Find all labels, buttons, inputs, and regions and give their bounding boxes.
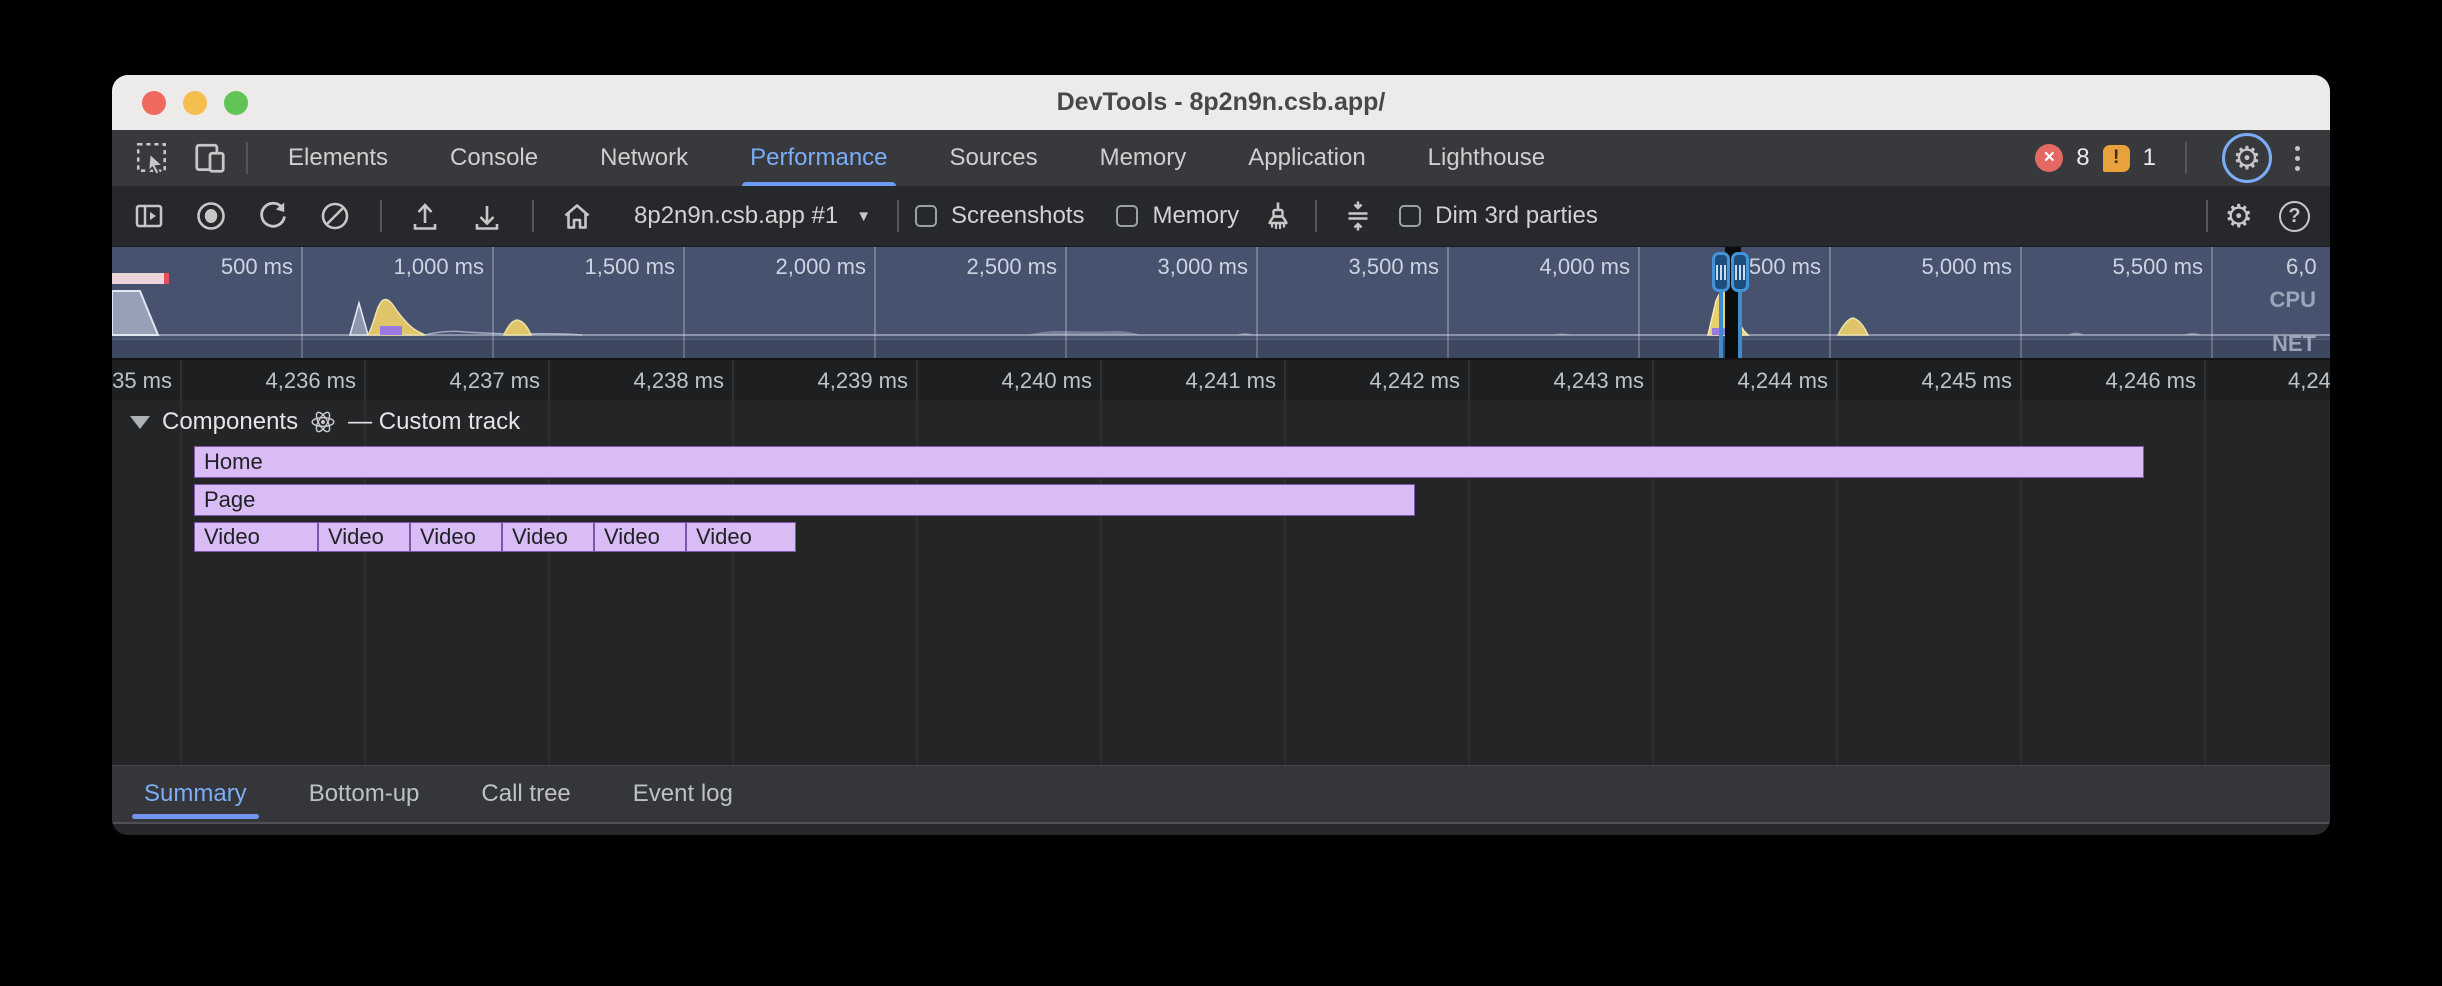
screenshots-label[interactable]: Screenshots <box>951 202 1084 230</box>
track-bar[interactable]: Video <box>594 522 686 552</box>
track-bar[interactable]: Video <box>686 522 796 552</box>
toolbar-separator <box>2206 200 2208 232</box>
desktop-background: DevTools - 8p2n9n.csb.app/ Elements Conso… <box>0 0 2442 986</box>
titlebar: DevTools - 8p2n9n.csb.app/ <box>112 75 2330 130</box>
more-options-icon[interactable] <box>2285 146 2310 171</box>
ruler-tick-label: 4,246 ms <box>1942 368 2196 394</box>
settings-focus-ring[interactable]: ⚙ <box>2222 133 2272 183</box>
chart-gridline <box>2204 400 2206 765</box>
toggle-sidebar-icon[interactable] <box>132 199 166 233</box>
chart-gridline <box>180 400 182 765</box>
ruler-gridline <box>2204 360 2206 400</box>
reload-record-button[interactable] <box>256 199 290 233</box>
flame-chart-area[interactable]: Components — Custom track HomePageVideoV… <box>112 400 2330 765</box>
track-bar[interactable]: Video <box>410 522 502 552</box>
react-atom-icon <box>310 409 336 435</box>
toolbar-separator <box>897 200 899 232</box>
toolbar-separator <box>2185 142 2187 174</box>
tab-memory[interactable]: Memory <box>1092 130 1195 186</box>
tabbar-right-cluster: × 8 ! 1 ⚙ <box>2035 133 2310 183</box>
tab-performance[interactable]: Performance <box>742 130 895 186</box>
network-lane <box>112 339 2330 358</box>
error-badge-icon[interactable]: × <box>2035 144 2063 172</box>
selection-left-line <box>1719 287 1723 358</box>
network-request-bar-end <box>164 273 169 284</box>
home-icon[interactable] <box>560 199 594 233</box>
detail-time-ruler[interactable]: 35 ms4,236 ms4,237 ms4,238 ms4,239 ms4,2… <box>112 358 2330 400</box>
dim-3rd-parties-checkbox[interactable] <box>1399 205 1421 227</box>
settings-gear-icon[interactable]: ⚙ <box>2233 142 2262 174</box>
collapse-triangle-icon[interactable] <box>130 416 150 429</box>
custom-track-header[interactable]: Components — Custom track <box>130 408 520 436</box>
selection-right-handle[interactable] <box>1731 252 1749 292</box>
tab-network[interactable]: Network <box>592 130 696 186</box>
compress-tracks-icon[interactable] <box>1341 199 1375 233</box>
target-selector[interactable]: 8p2n9n.csb.app #1 ▼ <box>622 202 871 230</box>
tab-elements[interactable]: Elements <box>280 130 396 186</box>
panel-tabs: Elements Console Network Performance Sources… <box>280 130 1599 186</box>
toolbar-right-cluster: ⚙ ? <box>2190 200 2310 232</box>
bottom-tabbar: Summary Bottom-up Call tree Event log <box>112 765 2330 822</box>
track-bar[interactable]: Video <box>318 522 410 552</box>
toolbar-separator <box>1315 200 1317 232</box>
tab-lighthouse[interactable]: Lighthouse <box>1420 130 1553 186</box>
record-button[interactable] <box>194 199 228 233</box>
device-toolbar-icon[interactable] <box>190 138 230 178</box>
window-bottom-edge <box>112 822 2330 835</box>
timeline-overview[interactable]: 500 ms1,000 ms1,500 ms2,000 ms2,500 ms3,… <box>112 246 2330 358</box>
performance-toolbar: 8p2n9n.csb.app #1 ▼ Screenshots Memory <box>112 186 2330 246</box>
error-count[interactable]: 8 <box>2076 144 2089 172</box>
minimize-window-button[interactable] <box>183 91 207 115</box>
selection-left-handle[interactable] <box>1712 252 1730 292</box>
devtools-tabbar: Elements Console Network Performance Sources… <box>112 130 2330 186</box>
traffic-lights <box>142 75 248 130</box>
target-selector-label[interactable]: 8p2n9n.csb.app #1 <box>634 202 838 230</box>
track-bar[interactable]: Video <box>194 522 318 552</box>
tab-application[interactable]: Application <box>1240 130 1373 186</box>
bottom-tab-event-log[interactable]: Event log <box>629 766 737 822</box>
tab-sources[interactable]: Sources <box>942 130 1046 186</box>
memory-checkbox[interactable] <box>1116 205 1138 227</box>
inspect-element-icon[interactable] <box>132 138 172 178</box>
toolbar-separator <box>532 200 534 232</box>
ruler-tick-label: 4,24 <box>2288 368 2330 394</box>
download-profile-icon[interactable] <box>470 199 504 233</box>
clear-recording-icon[interactable] <box>318 199 352 233</box>
track-bar[interactable]: Home <box>194 446 2144 478</box>
bottom-tab-summary[interactable]: Summary <box>140 766 251 822</box>
collect-garbage-icon[interactable] <box>1261 199 1295 233</box>
toolbar-separator <box>246 142 248 174</box>
track-name: Components <box>162 408 298 436</box>
window-title: DevTools - 8p2n9n.csb.app/ <box>1057 88 1386 117</box>
track-bar[interactable]: Video <box>502 522 594 552</box>
track-bar[interactable]: Page <box>194 484 1415 516</box>
track-suffix: — Custom track <box>348 408 520 436</box>
tab-console[interactable]: Console <box>442 130 546 186</box>
net-lane-label: NET <box>2272 331 2316 357</box>
capture-settings-gear-icon[interactable]: ⚙ <box>2224 200 2253 232</box>
dim-3rd-parties-label[interactable]: Dim 3rd parties <box>1435 202 1598 230</box>
warning-badge-icon[interactable]: ! <box>2103 145 2130 172</box>
help-icon[interactable]: ? <box>2279 201 2310 232</box>
selection-right-line <box>1738 287 1742 358</box>
upload-profile-icon[interactable] <box>408 199 442 233</box>
zoom-window-button[interactable] <box>224 91 248 115</box>
cpu-lane-label: CPU <box>2270 287 2316 313</box>
devtools-window: DevTools - 8p2n9n.csb.app/ Elements Conso… <box>112 75 2330 835</box>
close-window-button[interactable] <box>142 91 166 115</box>
toolbar-separator <box>380 200 382 232</box>
bottom-tab-bottom-up[interactable]: Bottom-up <box>305 766 424 822</box>
bottom-tab-call-tree[interactable]: Call tree <box>477 766 574 822</box>
chevron-down-icon: ▼ <box>856 208 871 225</box>
network-request-bar <box>112 273 164 284</box>
screenshots-checkbox[interactable] <box>915 205 937 227</box>
warning-count[interactable]: 1 <box>2143 144 2156 172</box>
memory-label[interactable]: Memory <box>1152 202 1239 230</box>
